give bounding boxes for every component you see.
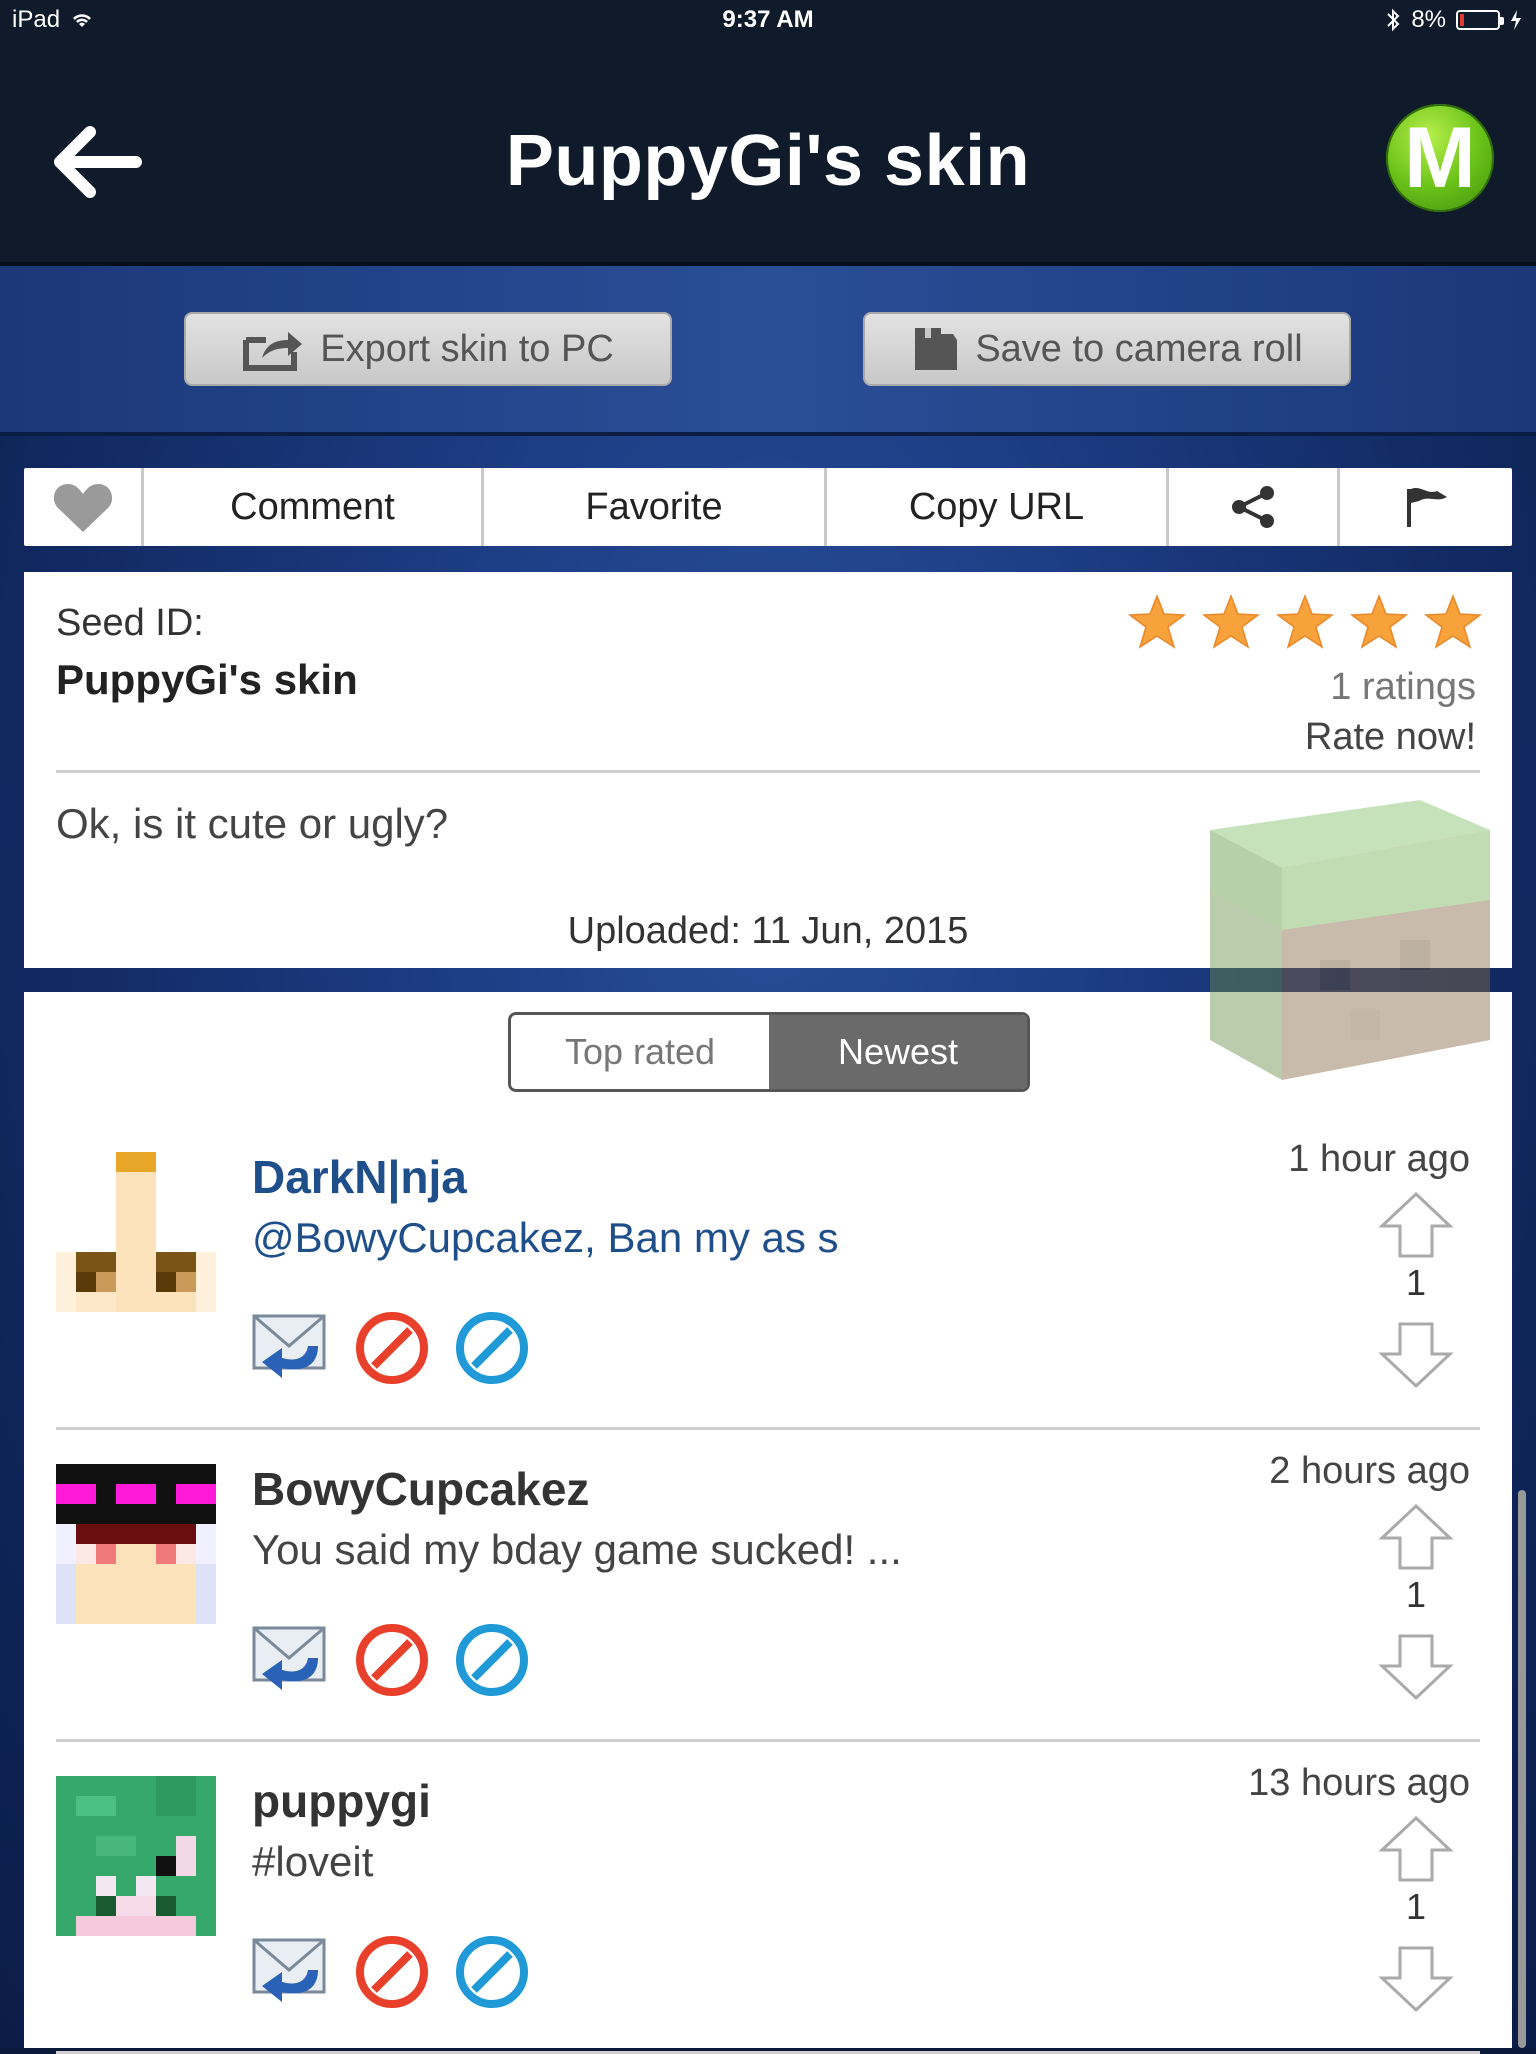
block-icon[interactable] — [356, 1936, 428, 2008]
export-skin-label: Export skin to PC — [320, 327, 614, 370]
vote-count: 1 — [1405, 1574, 1427, 1615]
action-tabs: Comment Favorite Copy URL — [24, 468, 1512, 546]
comment-username[interactable]: DarkN|nja — [252, 1150, 467, 1204]
avatar[interactable] — [56, 1152, 216, 1312]
export-bar: Export skin to PC Save to camera roll — [0, 266, 1536, 436]
export-icon — [243, 332, 303, 371]
ignore-icon[interactable] — [456, 1624, 528, 1696]
reply-icon[interactable] — [252, 1936, 328, 2008]
tab-top-rated[interactable]: Top rated — [511, 1015, 769, 1089]
upvote-arrow-icon[interactable] — [1378, 1191, 1454, 1258]
camera-roll-icon — [915, 328, 958, 370]
comment-time: 2 hours ago — [1269, 1450, 1470, 1492]
tab-favorite[interactable]: Favorite — [484, 468, 827, 546]
battery-icon — [1456, 10, 1504, 30]
star-icon[interactable] — [1128, 594, 1186, 650]
comments-panel: Top rated Newest DarkN|nja @BowyCupcakez… — [24, 992, 1512, 2054]
divider — [56, 770, 1480, 773]
nav-bar: PuppyGi's skin M — [0, 42, 1536, 266]
star-icon[interactable] — [1276, 594, 1334, 650]
star-icon[interactable] — [1424, 594, 1482, 650]
heart-icon — [53, 484, 112, 532]
upvote-arrow-icon[interactable] — [1378, 1503, 1454, 1570]
vote-count: 1 — [1405, 1886, 1427, 1927]
downvote-arrow-icon[interactable] — [1378, 1634, 1454, 1701]
comment-item: BowyCupcakez You said my bday game sucke… — [56, 1430, 1480, 1742]
comment-time: 13 hours ago — [1248, 1762, 1470, 1804]
comment-actions — [252, 1312, 528, 1384]
downvote-arrow-icon[interactable] — [1378, 1946, 1454, 2013]
report-button[interactable] — [1340, 468, 1512, 546]
skin-preview-image — [1210, 800, 1490, 1080]
save-camera-roll-button[interactable]: Save to camera roll — [863, 312, 1351, 386]
comment-username[interactable]: puppygi — [252, 1774, 431, 1828]
reply-icon[interactable] — [252, 1312, 328, 1384]
avatar[interactable] — [56, 1464, 216, 1624]
charging-icon — [1511, 10, 1521, 30]
ratings-count: 1 ratings — [1330, 666, 1476, 708]
comment-actions — [252, 1936, 528, 2008]
export-skin-button[interactable]: Export skin to PC — [184, 312, 672, 386]
scrollbar[interactable] — [1518, 1490, 1526, 2048]
star-icon[interactable] — [1202, 594, 1260, 650]
sort-segmented-control: Top rated Newest — [508, 1012, 1030, 1092]
star-icon[interactable] — [1350, 594, 1408, 650]
ignore-icon[interactable] — [456, 1936, 528, 2008]
comment-time: 1 hour ago — [1288, 1138, 1470, 1180]
flag-icon — [1407, 488, 1447, 527]
comment-username[interactable]: BowyCupcakez — [252, 1462, 589, 1516]
avatar[interactable] — [56, 1776, 216, 1936]
skin-description: Ok, is it cute or ugly? — [56, 800, 449, 847]
downvote-arrow-icon[interactable] — [1378, 1322, 1454, 1389]
share-icon — [1232, 486, 1274, 528]
bluetooth-icon — [1387, 8, 1400, 32]
battery-percent: 8% — [1411, 6, 1446, 33]
status-bar: iPad 9:37 AM 8% — [0, 0, 1536, 42]
comment-item: DarkN|nja @BowyCupcakez, Ban my as s 1 h… — [56, 1118, 1480, 1430]
seed-name: PuppyGi's skin — [56, 656, 358, 703]
status-time: 9:37 AM — [722, 6, 814, 33]
app-logo[interactable]: M — [1386, 104, 1494, 212]
page-title: PuppyGi's skin — [505, 121, 1031, 201]
share-button[interactable] — [1169, 468, 1340, 546]
rating-stars[interactable] — [1128, 594, 1482, 650]
comment-text: You said my bday game sucked! ... — [252, 1526, 902, 1573]
upvote-arrow-icon[interactable] — [1378, 1815, 1454, 1882]
vote-count: 1 — [1405, 1262, 1427, 1303]
tab-copy-url[interactable]: Copy URL — [827, 468, 1169, 546]
save-camera-roll-label: Save to camera roll — [975, 327, 1303, 370]
reply-icon[interactable] — [252, 1624, 328, 1696]
comment-item: puppygi #loveit 13 hours ago 1 — [56, 1742, 1480, 2054]
like-button[interactable] — [24, 468, 144, 546]
rate-now-link[interactable]: Rate now! — [1305, 716, 1476, 759]
tab-comment[interactable]: Comment — [144, 468, 484, 546]
ignore-icon[interactable] — [456, 1312, 528, 1384]
tab-newest[interactable]: Newest — [769, 1015, 1027, 1089]
comment-text: #loveit — [252, 1838, 374, 1885]
comment-text: @BowyCupcakez, Ban my as s — [252, 1214, 839, 1261]
comment-actions — [252, 1624, 528, 1696]
block-icon[interactable] — [356, 1624, 428, 1696]
seed-id-label: Seed ID: — [56, 602, 204, 644]
block-icon[interactable] — [356, 1312, 428, 1384]
